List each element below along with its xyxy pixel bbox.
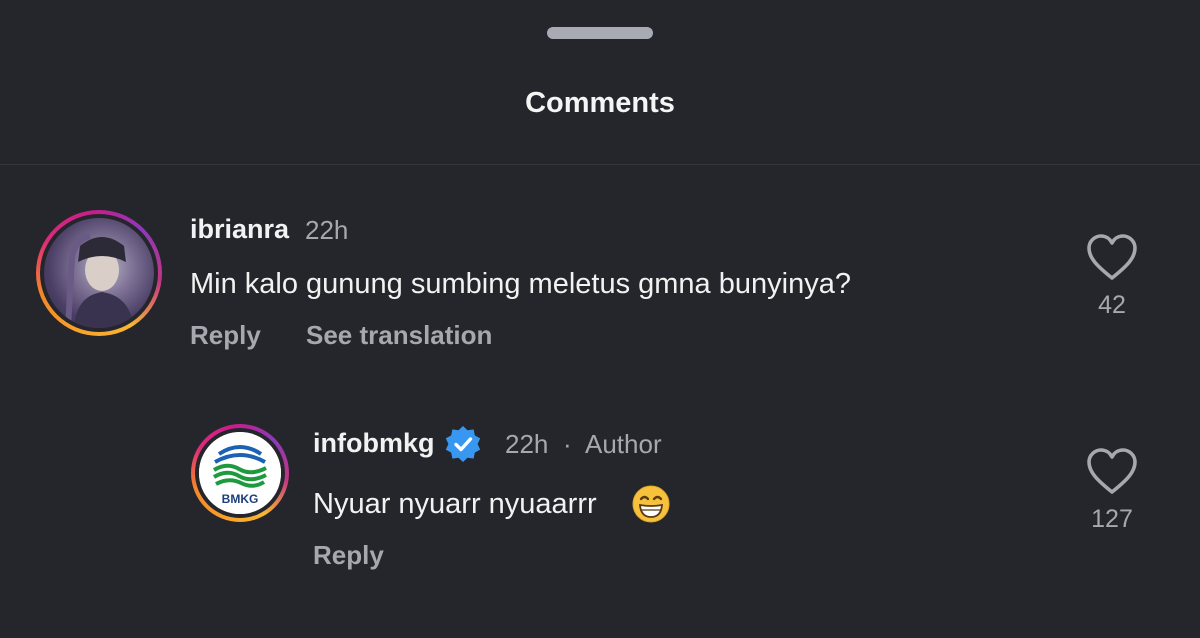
- avatar-logo-text: BMKG: [222, 492, 259, 506]
- reply-text: Nyuar nyuarr nyuaarrr: [313, 488, 597, 520]
- reply-username[interactable]: infobmkg: [313, 426, 435, 460]
- avatar[interactable]: BMKG: [191, 424, 289, 522]
- heart-icon[interactable]: [1085, 447, 1139, 497]
- avatar[interactable]: [36, 210, 162, 336]
- see-translation-button[interactable]: See translation: [306, 318, 492, 352]
- bmkg-logo-icon: BMKG: [199, 432, 281, 514]
- header-divider: [0, 164, 1200, 165]
- sheet-title: Comments: [525, 87, 675, 119]
- like-count: 127: [1091, 505, 1133, 533]
- comment-timestamp: 22h: [305, 215, 349, 245]
- reply-button[interactable]: Reply: [313, 538, 384, 572]
- avatar-photo: [44, 218, 154, 328]
- like-count: 42: [1098, 291, 1126, 319]
- person-portrait-icon: [65, 233, 134, 328]
- comment-username[interactable]: ibrianra: [190, 212, 289, 246]
- verified-badge-icon: [445, 426, 481, 462]
- heart-icon[interactable]: [1085, 233, 1139, 283]
- drag-handle[interactable]: [547, 27, 653, 39]
- reply-timestamp: 22h: [505, 429, 549, 459]
- author-label: Author: [585, 429, 662, 459]
- comment-text: Min kalo gunung sumbing meletus gmna bun…: [190, 268, 851, 300]
- avatar-photo: BMKG: [199, 432, 281, 514]
- meta-separator: ·: [563, 429, 572, 459]
- comments-sheet: Comments ibrianra 22h Min kalo gunung su…: [0, 0, 1200, 638]
- grinning-face-emoji-icon: [632, 485, 670, 523]
- reply-button[interactable]: Reply: [190, 318, 261, 352]
